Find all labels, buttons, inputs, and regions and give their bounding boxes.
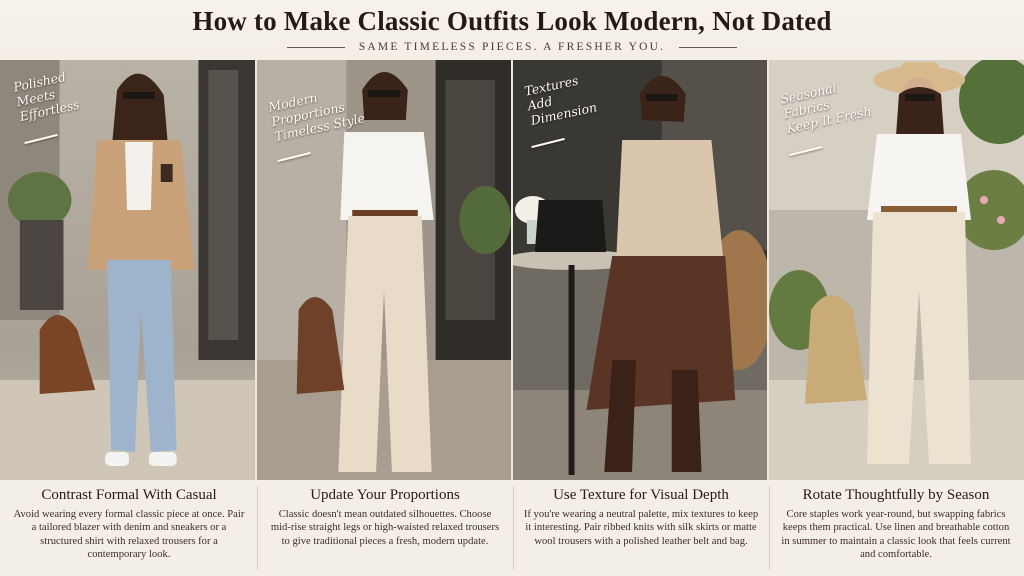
caption-2: Update Your Proportions Classic doesn't … [262,480,508,576]
caption-divider-3 [769,486,770,570]
header: How to Make Classic Outfits Look Modern,… [0,0,1024,60]
caption-divider-1 [257,486,258,570]
caption-3: Use Texture for Visual Depth If you're w… [516,480,766,576]
caption-2-title: Update Your Proportions [310,487,460,503]
page-subtitle: SAME TIMELESS PIECES. A FRESHER YOU. [358,41,666,53]
right-rule [679,46,738,48]
caption-4-body: Core staples work year-round, but swappi… [781,509,1011,561]
captions-row: Contrast Formal With Casual Avoid wearin… [0,480,1024,576]
left-rule [286,46,345,48]
photo-panels: Polished Meets Effortless Modern Proport… [0,60,1024,480]
caption-4: Rotate Thoughtfully by Season Core stapl… [772,480,1020,576]
photo-panel-1: Polished Meets Effortless [0,60,257,480]
caption-1: Contrast Formal With Casual Avoid wearin… [6,480,252,576]
caption-1-title: Contrast Formal With Casual [41,487,217,503]
caption-3-title: Use Texture for Visual Depth [553,487,729,503]
caption-1-body: Avoid wearing every formal classic piece… [13,509,245,561]
subtitle-row: SAME TIMELESS PIECES. A FRESHER YOU. [0,38,1024,56]
photo-panel-3: Textures Add Dimension [513,60,769,480]
page-title: How to Make Classic Outfits Look Modern,… [192,6,832,36]
photo-panel-2: Modern Proportions Timeless Style [257,60,513,480]
caption-2-body: Classic doesn't mean outdated silhouette… [270,509,500,547]
caption-4-title: Rotate Thoughtfully by Season [802,487,990,503]
outfit-photo-1 [0,60,255,480]
caption-divider-2 [513,486,514,570]
photo-panel-4: Seasonal Fabrics Keep It Fresh [769,60,1024,480]
caption-3-body: If you're wearing a neutral palette, mix… [523,509,759,547]
